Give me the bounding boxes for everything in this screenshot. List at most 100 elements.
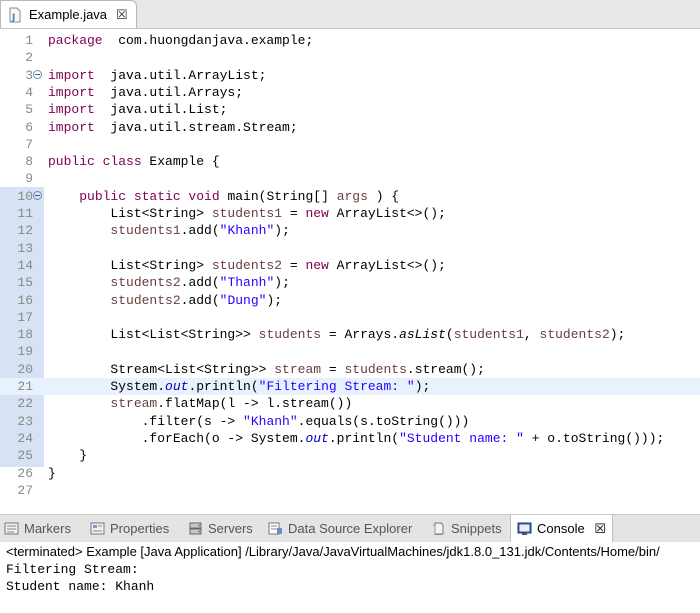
- view-tab-properties[interactable]: Properties: [90, 515, 169, 542]
- code-line-11[interactable]: 11 List<String> students1 = new ArrayLis…: [0, 205, 700, 222]
- console-output-line: Student name: Khanh: [6, 579, 155, 594]
- close-view-icon[interactable]: ☒: [591, 521, 606, 536]
- view-tab-label: Properties: [110, 521, 170, 536]
- markers-icon: [4, 517, 19, 535]
- view-tab-label: Snippets: [451, 521, 502, 536]
- code-token: );: [274, 275, 290, 291]
- code-token: java.util.ArrayList;: [94, 67, 267, 83]
- code-text: List<String> students2 = new ArrayList<>…: [48, 257, 446, 274]
- code-text: import java.util.ArrayList;: [48, 67, 266, 84]
- close-tab-icon[interactable]: ☒: [116, 8, 128, 22]
- code-token: List<List<String>>: [48, 327, 259, 343]
- field-token: out: [305, 430, 329, 446]
- console-icon: [517, 517, 532, 535]
- view-tab-console[interactable]: Console ☒: [510, 515, 613, 542]
- code-token: ) {: [367, 188, 400, 204]
- code-token: ArrayList<>();: [328, 257, 446, 273]
- code-line-20[interactable]: 20 Stream<List<String>> stream = student…: [0, 361, 700, 378]
- views-tab-bar: Markers Properties Servers Data Source Expl…: [0, 514, 700, 543]
- line-number: 22: [17, 396, 33, 412]
- line-number: 6: [25, 119, 33, 135]
- console-view[interactable]: <terminated> Example [Java Application] …: [0, 542, 700, 613]
- code-token: .filter(s ->: [48, 413, 244, 429]
- code-token: Stream<List<String>>: [48, 361, 275, 377]
- code-line-10[interactable]: 10 public static void main(String[] args…: [0, 188, 700, 205]
- line-number: 25: [17, 448, 33, 464]
- code-text: package com.huongdanjava.example;: [48, 32, 313, 49]
- code-text: List<List<String>> students = Arrays.asL…: [48, 326, 625, 343]
- code-line-4[interactable]: 4 import java.util.Arrays;: [0, 84, 700, 101]
- code-line-23[interactable]: 23 .filter(s -> "Khanh".equals(s.toStrin…: [0, 413, 700, 430]
- code-text: stream.flatMap(l -> l.stream()): [48, 395, 352, 412]
- code-line-16[interactable]: 16 students2.add("Dung");: [0, 292, 700, 309]
- code-text: List<String> students1 = new ArrayList<>…: [48, 205, 445, 222]
- code-line-9[interactable]: 9: [0, 170, 700, 187]
- keyword-token: new: [305, 257, 329, 273]
- code-token: );: [609, 327, 626, 343]
- code-line-15[interactable]: 15 students2.add("Thanh");: [0, 274, 700, 291]
- line-number: 24: [17, 430, 33, 446]
- view-tab-label: Markers: [24, 521, 71, 536]
- variable-token: students: [258, 327, 322, 343]
- code-line-21[interactable]: 21 System.out.println("Filtering Stream:…: [0, 378, 700, 395]
- code-line-18[interactable]: 18 List<List<String>> students = Arrays.…: [0, 326, 700, 343]
- editor-tab-label: Example.java: [29, 7, 108, 22]
- view-tab-snippets[interactable]: Snippets: [431, 515, 502, 542]
- code-token: =: [282, 206, 306, 221]
- view-tab-label: Console: [537, 521, 585, 536]
- line-number: 18: [17, 327, 33, 343]
- editor-tab-example-java[interactable]: J Example.java ☒: [0, 0, 137, 28]
- code-line-2[interactable]: 2: [0, 49, 700, 66]
- line-number: 2: [25, 50, 33, 66]
- code-token: .stream();: [406, 361, 485, 377]
- view-tab-label: Servers: [208, 521, 253, 536]
- code-line-3[interactable]: 3 import java.util.ArrayList;: [0, 67, 700, 84]
- fold-collapse-icon[interactable]: [33, 190, 42, 200]
- code-line-6[interactable]: 6 import java.util.stream.Stream;: [0, 119, 700, 136]
- code-line-12[interactable]: 12 students1.add("Khanh");: [0, 222, 700, 239]
- code-text: .forEach(o -> System.out.println("Studen…: [48, 430, 665, 447]
- line-number: 14: [17, 257, 33, 273]
- variable-token: students2: [110, 292, 181, 308]
- code-token: com.huongdanjava.example;: [102, 33, 314, 48]
- code-line-19[interactable]: 19: [0, 343, 700, 360]
- code-token: .flatMap(l -> l.stream()): [157, 396, 353, 412]
- snippets-icon: [431, 517, 446, 536]
- code-text: import java.util.stream.Stream;: [48, 119, 298, 136]
- code-line-1[interactable]: 1 package com.huongdanjava.example;: [0, 32, 700, 49]
- code-line-22[interactable]: 22 stream.flatMap(l -> l.stream()): [0, 395, 700, 412]
- code-line-24[interactable]: 24 .forEach(o -> System.out.println("Stu…: [0, 430, 700, 447]
- code-line-8[interactable]: 8 public class Example {: [0, 153, 700, 170]
- code-line-13[interactable]: 13: [0, 240, 700, 257]
- code-line-17[interactable]: 17: [0, 309, 700, 326]
- view-tab-servers[interactable]: Servers: [188, 515, 253, 542]
- code-line-25[interactable]: 25 }: [0, 447, 700, 464]
- fold-collapse-icon[interactable]: [33, 69, 42, 79]
- code-token: .equals(s.toString())): [297, 413, 470, 429]
- code-token: .println(: [188, 379, 259, 394]
- console-status: <terminated> Example [Java Application] …: [6, 544, 660, 559]
- properties-icon: [90, 517, 105, 535]
- code-line-26[interactable]: 26}: [0, 465, 700, 482]
- code-line-14[interactable]: 14 List<String> students2 = new ArrayLis…: [0, 257, 700, 274]
- code-editor[interactable]: 1 package com.huongdanjava.example; 2 3 impo…: [0, 29, 700, 505]
- code-text: students2.add("Dung");: [48, 292, 282, 309]
- code-token: + o.toString()));: [523, 430, 665, 446]
- code-line-27[interactable]: 27: [0, 482, 700, 499]
- code-token: );: [266, 292, 283, 308]
- code-line-5[interactable]: 5 import java.util.List;: [0, 101, 700, 118]
- console-output-line: Filtering Stream:: [6, 562, 139, 577]
- keyword-token: import: [48, 119, 95, 135]
- svg-text:J: J: [11, 13, 15, 23]
- variable-token: students2: [539, 327, 610, 343]
- code-line-7[interactable]: 7: [0, 136, 700, 153]
- code-token: .println(: [328, 430, 400, 446]
- view-tab-data-source-explorer[interactable]: Data Source Explorer: [268, 515, 412, 542]
- code-token: = Arrays.: [321, 327, 400, 343]
- variable-token: stream: [110, 396, 158, 412]
- view-tab-markers[interactable]: Markers: [4, 515, 71, 542]
- code-text: System.out.println("Filtering Stream: ")…: [48, 378, 430, 395]
